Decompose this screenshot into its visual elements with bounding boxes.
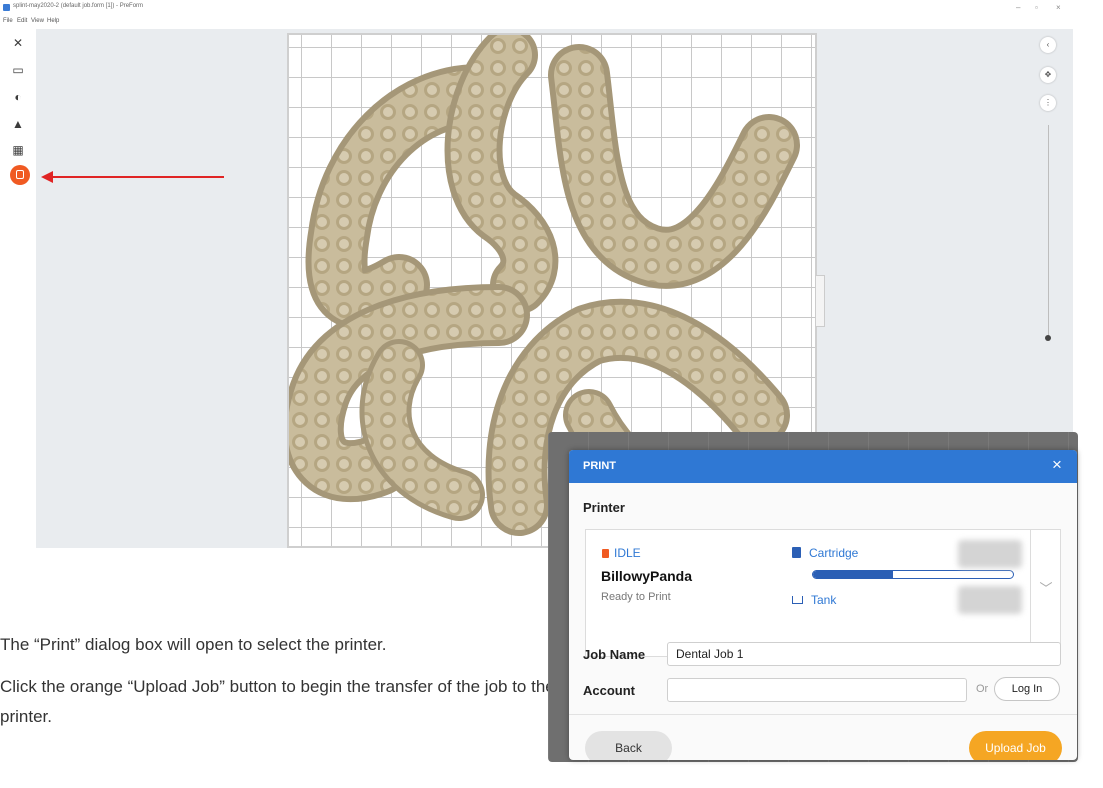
- menu-view[interactable]: View: [31, 18, 44, 24]
- or-text: Or: [976, 683, 989, 695]
- job-name-label: Job Name: [583, 647, 646, 662]
- window-title: splint-may2020-2 (default job.form [1]) …: [13, 3, 144, 9]
- instruction-step-1: The “Print” dialog box will open to sele…: [0, 635, 387, 654]
- dialog-header: PRINT ×: [569, 450, 1077, 483]
- print-icon[interactable]: [10, 165, 30, 185]
- left-toolbar: ✕ ▭ ◐ ▲ ▦: [0, 29, 36, 548]
- scale-icon[interactable]: ▭: [10, 62, 26, 78]
- cartridge-label: Cartridge: [792, 546, 858, 560]
- printer-status: IDLE: [602, 546, 641, 560]
- account-label: Account: [583, 683, 635, 698]
- menu-edit[interactable]: Edit: [17, 18, 27, 24]
- layout-icon[interactable]: ▦: [10, 142, 26, 158]
- printer-name: BillowyPanda: [601, 568, 693, 584]
- supports-icon[interactable]: ▲: [10, 116, 26, 132]
- cartridge-level-bar: [812, 570, 1014, 579]
- app-icon: [3, 4, 10, 11]
- tank-image: [958, 586, 1022, 614]
- log-in-button[interactable]: Log In: [994, 677, 1060, 701]
- account-input[interactable]: [667, 678, 967, 702]
- close-icon[interactable]: ×: [1047, 455, 1067, 475]
- back-button[interactable]: Back: [585, 731, 672, 760]
- magic-wand-icon[interactable]: ✕: [10, 35, 26, 51]
- printer-ready-text: Ready to Print: [601, 591, 671, 603]
- printer-card[interactable]: IDLE BillowyPanda Ready to Print Cartrid…: [585, 529, 1061, 657]
- upload-job-button[interactable]: Upload Job: [969, 731, 1062, 760]
- close-window-button[interactable]: ×: [1056, 3, 1061, 12]
- layer-slider[interactable]: [1048, 125, 1049, 340]
- job-name-input[interactable]: [667, 642, 1061, 666]
- cartridge-icon: [792, 547, 801, 558]
- dialog-title: PRINT: [583, 460, 616, 472]
- printer-status-icon: [602, 549, 609, 558]
- menu-file[interactable]: File: [3, 18, 13, 24]
- menu-help[interactable]: Help: [47, 18, 59, 24]
- tank-icon: [792, 596, 803, 604]
- maximize-button[interactable]: ▫: [1035, 3, 1038, 12]
- layer-slider-handle[interactable]: [1045, 335, 1051, 341]
- menu-bar: File Edit View Help: [0, 16, 1073, 29]
- instructions: The “Print” dialog box will open to sele…: [0, 630, 560, 732]
- pointer-arrow-line: [52, 176, 224, 178]
- collapse-icon[interactable]: ‹: [1040, 37, 1056, 53]
- chevron-down-icon[interactable]: ﹀: [1038, 578, 1054, 596]
- instruction-step-2: Click the orange “Upload Job” button to …: [0, 677, 555, 726]
- printer-section-label: Printer: [583, 500, 625, 515]
- zoom-icon[interactable]: ⋮: [1040, 95, 1056, 111]
- orientation-icon[interactable]: ◐: [10, 89, 26, 105]
- title-bar: splint-may2020-2 (default job.form [1]) …: [0, 0, 1073, 16]
- minimize-button[interactable]: –: [1016, 3, 1020, 12]
- print-dialog: PRINT × Printer IDLE BillowyPanda Ready …: [569, 450, 1077, 760]
- cartridge-level-fill: [813, 571, 893, 578]
- tank-label: Tank: [792, 593, 836, 607]
- plate-side-tab: [815, 275, 825, 327]
- pan-icon[interactable]: ✥: [1040, 67, 1056, 83]
- cartridge-image: [958, 540, 1022, 568]
